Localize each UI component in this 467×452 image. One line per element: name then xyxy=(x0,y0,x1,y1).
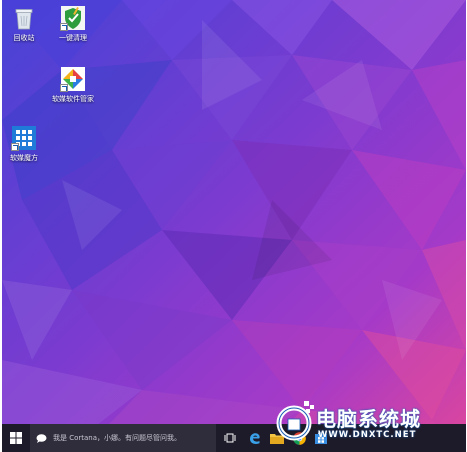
watermark-title: 电脑系统城 xyxy=(316,407,421,431)
shortcut-arrow-icon xyxy=(60,23,68,31)
cortana-chat-icon xyxy=(36,433,47,443)
task-view-icon xyxy=(224,433,236,443)
desktop-icon-label: 软媒软件管家 xyxy=(52,95,94,103)
desktop-icon-label: 一键清理 xyxy=(59,34,87,42)
software-manager-icon xyxy=(60,66,86,92)
watermark-url: WWW.DNXTC.NET xyxy=(318,430,417,440)
search-placeholder: 我是 Cortana，小娜。有问题尽管问我。 xyxy=(53,434,182,442)
desktop-icon-software-manager[interactable]: 软媒软件管家 xyxy=(45,66,101,104)
desktop-icon-rubik-cube[interactable]: 软媒魔方 xyxy=(2,125,52,163)
desktop-screen: 回收站 一键清理 软媒软件管家 软媒魔方 我是 Cortana，小娜。有问题尽管… xyxy=(2,0,466,452)
desktop-icon-label: 软媒魔方 xyxy=(10,154,38,162)
site-watermark: 电脑系统城 WWW.DNXTC.NET xyxy=(272,395,466,452)
cortana-search-box[interactable]: 我是 Cortana，小娜。有问题尽管问我。 xyxy=(30,424,216,452)
taskbar-app-edge[interactable] xyxy=(244,424,266,452)
edge-icon xyxy=(250,433,260,444)
desktop-icon-one-key-clean[interactable]: 一键清理 xyxy=(45,5,101,43)
shortcut-arrow-icon xyxy=(11,143,19,151)
task-view-button[interactable] xyxy=(216,424,244,452)
rubik-cube-icon xyxy=(11,125,37,151)
recycle-bin-icon xyxy=(11,5,37,31)
windows-logo-icon xyxy=(10,432,22,444)
broom-shield-icon xyxy=(60,5,86,31)
start-button[interactable] xyxy=(2,424,30,452)
site-logo-icon xyxy=(276,401,314,441)
shortcut-arrow-icon xyxy=(60,84,68,92)
